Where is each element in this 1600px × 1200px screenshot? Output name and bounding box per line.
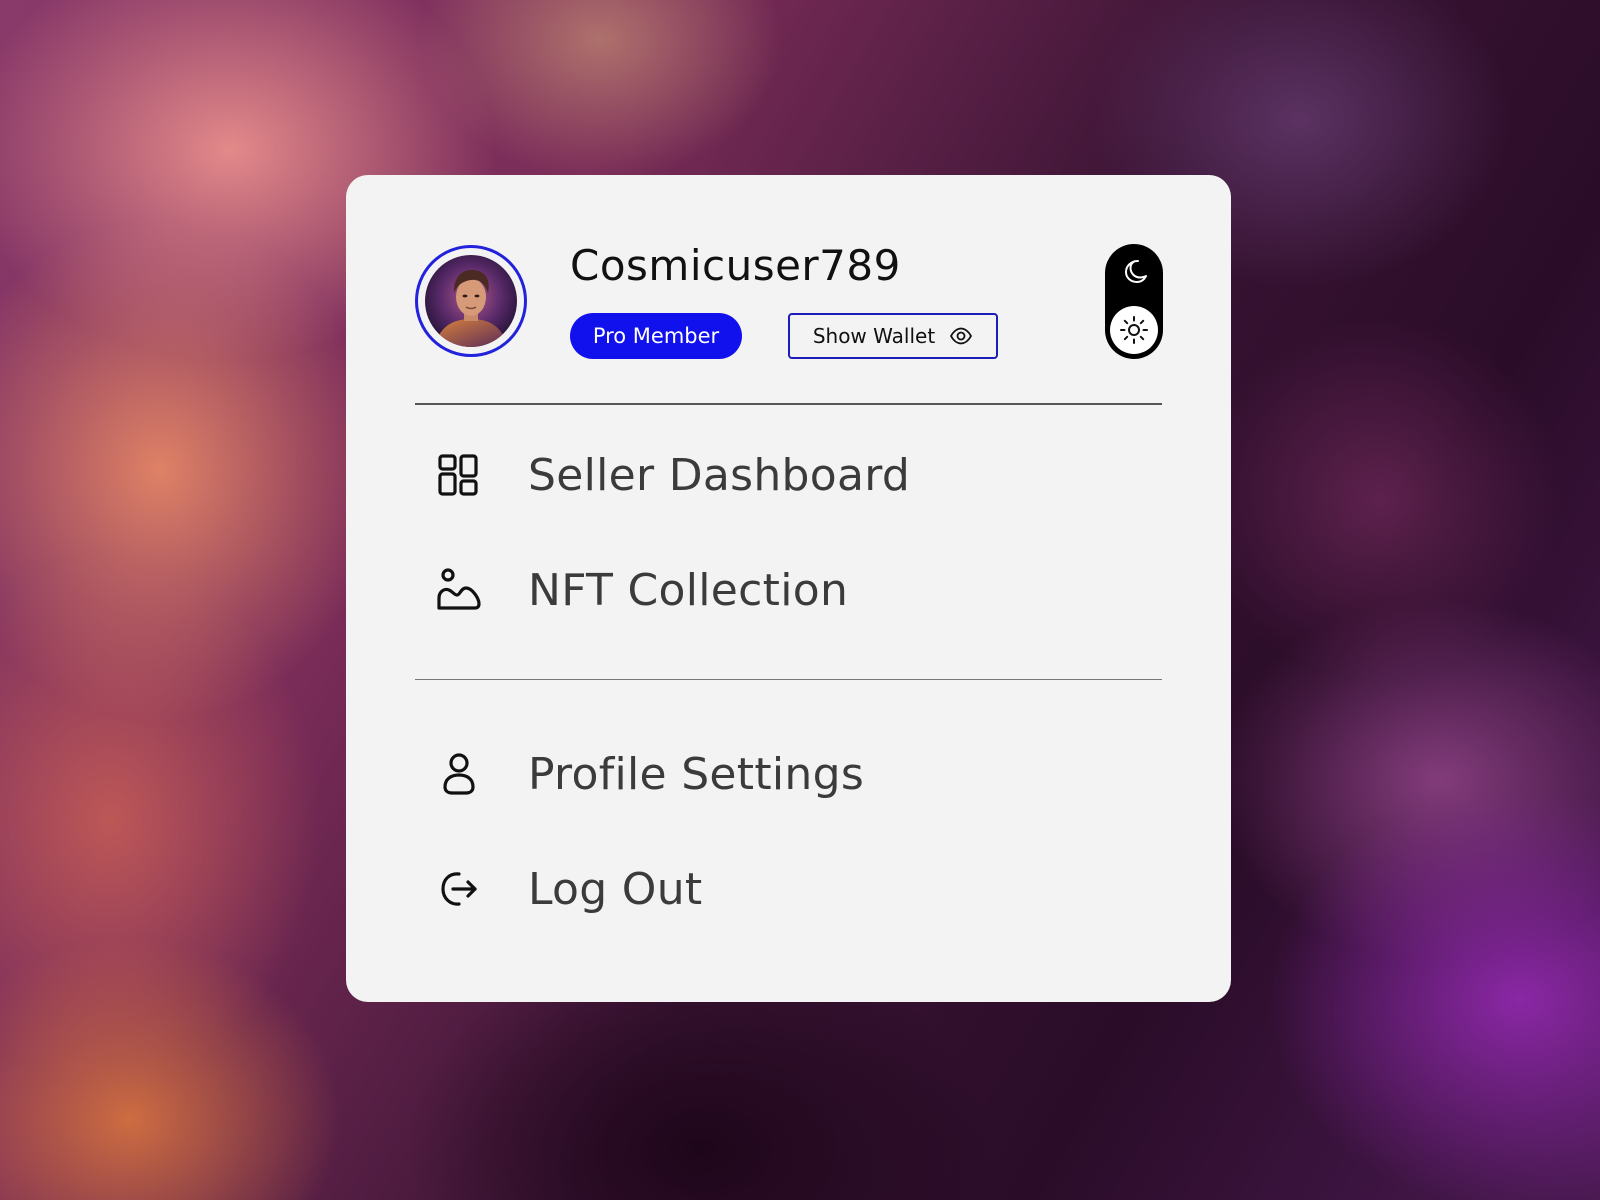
image-collection-icon bbox=[437, 568, 481, 610]
menu-item-label: Profile Settings bbox=[528, 748, 865, 800]
avatar-image bbox=[425, 255, 517, 347]
username: Cosmicuser789 bbox=[570, 241, 901, 290]
badge-label: Pro Member bbox=[592, 324, 720, 348]
menu-item-log-out[interactable]: Log Out bbox=[415, 849, 1162, 929]
logout-icon bbox=[441, 872, 477, 906]
menu-item-seller-dashboard[interactable]: Seller Dashboard bbox=[415, 435, 1162, 515]
menu-item-label: Seller Dashboard bbox=[528, 449, 911, 501]
light-mode-knob[interactable] bbox=[1110, 306, 1158, 354]
eye-icon bbox=[950, 327, 973, 345]
menu-item-nft-collection[interactable]: NFT Collection bbox=[415, 550, 1162, 630]
theme-toggle[interactable] bbox=[1105, 244, 1163, 359]
account-menu-card: Cosmicuser789 Pro Member Show Wallet Sel… bbox=[346, 175, 1231, 1002]
show-wallet-label: Show Wallet bbox=[812, 324, 936, 348]
show-wallet-button[interactable]: Show Wallet bbox=[788, 313, 998, 359]
moon-icon[interactable] bbox=[1120, 257, 1148, 285]
divider bbox=[415, 679, 1162, 680]
avatar[interactable] bbox=[415, 245, 527, 357]
grid-icon bbox=[438, 454, 478, 496]
pro-member-badge: Pro Member bbox=[570, 313, 742, 359]
divider bbox=[415, 403, 1162, 405]
menu-item-label: NFT Collection bbox=[528, 564, 849, 616]
menu-item-label: Log Out bbox=[528, 863, 703, 915]
menu-item-profile-settings[interactable]: Profile Settings bbox=[415, 734, 1162, 814]
sun-icon bbox=[1120, 316, 1148, 344]
user-icon bbox=[443, 753, 475, 795]
